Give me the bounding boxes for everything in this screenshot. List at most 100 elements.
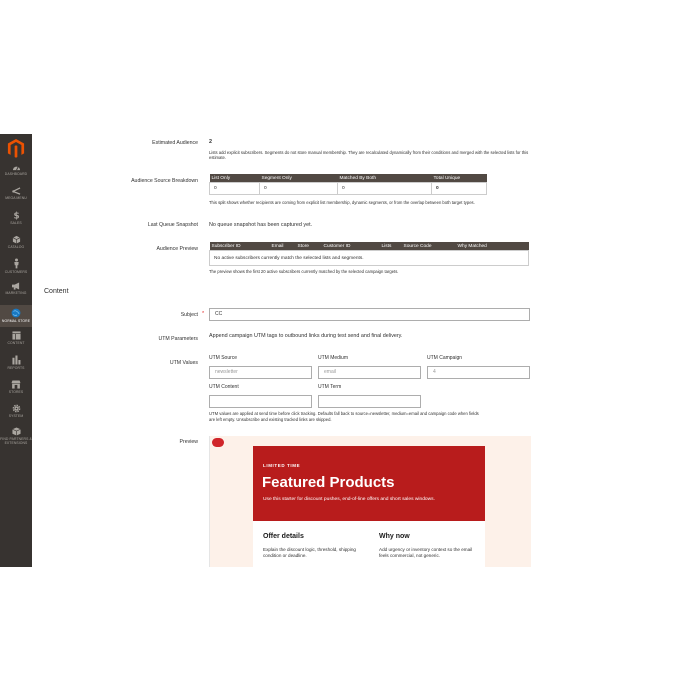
sidebar-item-dashboard[interactable]: DASHBOARD [0, 164, 32, 176]
sidebar-item-catalog[interactable]: CATALOG [0, 235, 32, 249]
queue-snapshot-label: Last Queue Snapshot [147, 222, 198, 228]
store-icon [11, 380, 21, 389]
sidebar-item-label: DASHBOARD [4, 172, 28, 176]
utm-content-input[interactable] [209, 395, 312, 408]
layout-icon [11, 331, 21, 340]
column-header: Lists [379, 242, 402, 251]
content-section-title: Content [44, 288, 69, 295]
offer-details-text: Explain the discount logic, threshold, s… [263, 547, 356, 558]
mega-menu-icon [11, 187, 20, 195]
required-mark: * [202, 311, 205, 317]
preview-label: Preview [179, 439, 198, 445]
subject-label: Subject [180, 312, 198, 318]
sidebar-item-label: CONTENT [7, 341, 25, 345]
admin-frame: DASHBOARD MEGA MENU $ SALES CATALOG CUST… [0, 134, 700, 567]
utm-campaign-input[interactable]: 4 [427, 366, 530, 379]
column-header: Why Matched [455, 242, 529, 251]
audience-preview-note: The preview shows the first 20 active su… [209, 269, 399, 274]
sidebar-item-label: FIND PARTNERS & EXTENSIONS [0, 437, 32, 445]
cube-icon [12, 235, 20, 244]
hero-title: Featured Products [262, 474, 395, 491]
table-cell: 0 [209, 182, 260, 195]
column-header: Source Code [401, 242, 456, 251]
utm-content-label: UTM Content [209, 384, 239, 390]
utm-parameters-note: Append campaign UTM tags to outbound lin… [209, 333, 403, 339]
utm-source-input[interactable]: newsletter [209, 366, 312, 379]
estimated-audience-label: Estimated Audience [152, 140, 198, 146]
column-header: Store [295, 242, 322, 251]
table-row: No active subscribers currently match th… [209, 250, 529, 266]
gear-icon [12, 404, 20, 413]
column-header: List Only [209, 174, 260, 183]
sidebar-item-sales[interactable]: $ SALES [0, 211, 32, 225]
table-cell: 0 [259, 182, 338, 195]
column-header: Total Unique [431, 174, 487, 183]
why-now-heading: Why now [379, 533, 410, 540]
sidebar-item-system[interactable]: SYSTEM [0, 404, 32, 418]
sidebar-item-mega-menu[interactable]: MEGA MENU [0, 187, 32, 200]
empty-state-cell: No active subscribers currently match th… [209, 250, 529, 266]
table-header-row: Subscriber ID Email Store Customer ID Li… [209, 242, 529, 251]
megaphone-icon [12, 282, 20, 290]
svg-text:$: $ [13, 212, 19, 220]
email-preview-pane: LIMITED TIME Featured Products Use this … [209, 436, 531, 567]
email-hero-banner: LIMITED TIME Featured Products Use this … [253, 446, 485, 521]
admin-sidebar: DASHBOARD MEGA MENU $ SALES CATALOG CUST… [0, 134, 32, 567]
column-header: Subscriber ID [209, 242, 270, 251]
main-content: Estimated Audience 2 Lists add explicit … [32, 134, 700, 567]
sidebar-item-label: STORES [8, 390, 24, 394]
email-preview-body: LIMITED TIME Featured Products Use this … [253, 446, 485, 567]
estimated-audience-note: Lists add explicit subscribers. Segments… [209, 150, 529, 161]
audience-breakdown-note: This split shows whether recipients are … [209, 200, 475, 205]
hero-description: Use this starter for discount pushes, en… [263, 497, 435, 502]
person-icon [13, 258, 19, 269]
sidebar-item-stores[interactable]: STORES [0, 380, 32, 394]
sidebar-item-normal-store[interactable]: NORMAL STORE [0, 305, 32, 327]
sidebar-item-find-partners[interactable]: FIND PARTNERS & EXTENSIONS [0, 427, 32, 445]
table-row: 0 0 0 0 [209, 182, 487, 195]
offer-details-heading: Offer details [263, 533, 304, 540]
bar-chart-icon [11, 355, 20, 365]
utm-campaign-label: UTM Campaign [427, 355, 463, 361]
sidebar-item-label: NORMAL STORE [1, 319, 31, 323]
sidebar-item-label: REPORTS [7, 366, 25, 370]
dollar-icon: $ [13, 212, 19, 220]
sidebar-item-customers[interactable]: CUSTOMERS [0, 258, 32, 274]
subject-input[interactable]: CC [209, 308, 530, 321]
queue-snapshot-value: No queue snapshot has been captured yet. [209, 222, 313, 228]
audience-breakdown-label: Audience Source Breakdown [131, 178, 198, 184]
audience-preview-table: Subscriber ID Email Store Customer ID Li… [209, 242, 529, 266]
hero-eyebrow: LIMITED TIME [263, 463, 301, 468]
sidebar-item-label: MARKETING [5, 291, 27, 295]
utm-medium-label: UTM Medium [318, 355, 349, 361]
sidebar-item-label: SALES [10, 221, 22, 225]
preview-tag [212, 438, 224, 447]
sidebar-item-label: SYSTEM [8, 414, 24, 418]
sidebar-item-marketing[interactable]: MARKETING [0, 282, 32, 295]
utm-parameters-label: UTM Parameters [158, 336, 199, 342]
sidebar-item-content[interactable]: CONTENT [0, 331, 32, 345]
audience-breakdown-table: List Only Segment Only Matched By Both T… [209, 174, 487, 195]
estimated-audience-value: 2 [209, 139, 212, 145]
column-header: Matched By Both [337, 174, 432, 183]
column-header: Segment Only [259, 174, 338, 183]
magento-logo-icon[interactable] [7, 138, 25, 158]
why-now-text: Add urgency or inventory context so the … [379, 547, 473, 558]
utm-medium-input[interactable]: email [318, 366, 421, 379]
table-header-row: List Only Segment Only Matched By Both T… [209, 174, 487, 183]
utm-source-label: UTM Source [209, 355, 238, 361]
globe-icon [11, 308, 21, 318]
box-icon [11, 427, 21, 436]
table-cell: 0 [337, 182, 432, 195]
utm-term-label: UTM Term [318, 384, 342, 390]
utm-note-line-2: are left empty. Unsubscribe and existing… [209, 417, 332, 422]
sidebar-item-label: MEGA MENU [5, 196, 27, 200]
utm-term-input[interactable] [318, 395, 421, 408]
dashboard-icon [12, 166, 20, 171]
table-cell: 0 [431, 182, 487, 195]
sidebar-item-reports[interactable]: REPORTS [0, 355, 32, 370]
column-header: Customer ID [321, 242, 380, 251]
utm-note-line-1: UTM values are applied at send time befo… [209, 411, 479, 416]
column-header: Email [269, 242, 296, 251]
sidebar-item-label: CUSTOMERS [4, 270, 28, 274]
